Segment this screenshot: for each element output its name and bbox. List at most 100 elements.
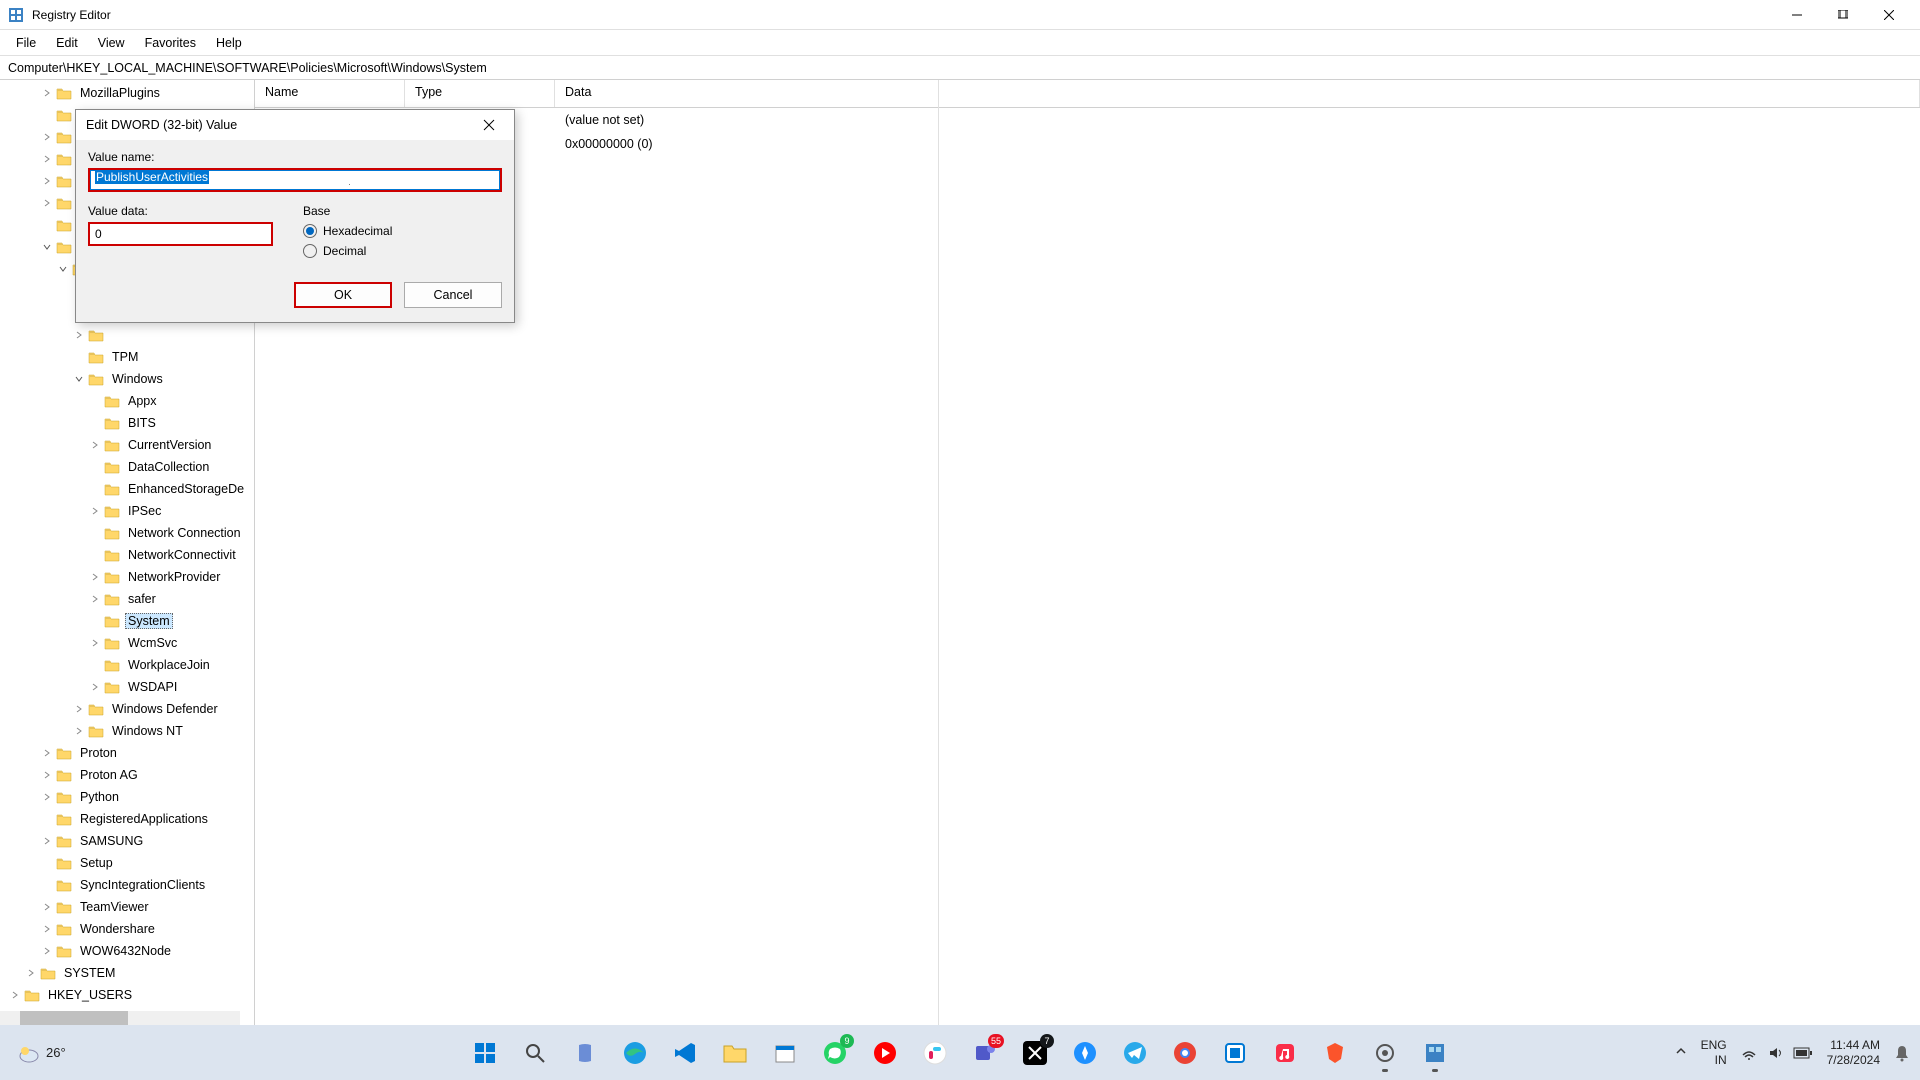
language-indicator[interactable]: ENG IN (1701, 1038, 1727, 1067)
chevron-down-icon[interactable] (40, 240, 54, 254)
weather-widget[interactable]: 26° (18, 1042, 66, 1064)
tree-item[interactable] (0, 324, 254, 346)
chevron-right-icon[interactable] (40, 834, 54, 848)
tree-item[interactable]: Python (0, 786, 254, 808)
tree-item[interactable]: System (0, 610, 254, 632)
ok-button[interactable]: OK (294, 282, 392, 308)
chevron-right-icon[interactable] (40, 196, 54, 210)
chevron-right-icon[interactable] (40, 130, 54, 144)
chevron-right-icon[interactable] (24, 966, 38, 980)
tree-item[interactable]: Windows NT (0, 720, 254, 742)
chevron-right-icon[interactable] (40, 174, 54, 188)
vscode-button[interactable] (664, 1032, 706, 1074)
chevron-right-icon[interactable] (40, 922, 54, 936)
col-name-header[interactable]: Name (255, 80, 405, 107)
menu-favorites[interactable]: Favorites (135, 33, 206, 53)
minimize-button[interactable] (1774, 0, 1820, 30)
tree-item[interactable]: SyncIntegrationClients (0, 874, 254, 896)
tree-item[interactable]: IPSec (0, 500, 254, 522)
menu-view[interactable]: View (88, 33, 135, 53)
regedit-taskbar-button[interactable] (1414, 1032, 1456, 1074)
chevron-right-icon[interactable] (72, 702, 86, 716)
tree-item[interactable]: SAMSUNG (0, 830, 254, 852)
chrome-button[interactable] (1164, 1032, 1206, 1074)
chevron-right-icon[interactable] (40, 152, 54, 166)
tree-hscrollbar[interactable] (0, 1011, 240, 1025)
close-button[interactable] (1866, 0, 1912, 30)
tree-item[interactable]: RegisteredApplications (0, 808, 254, 830)
explorer-button[interactable] (714, 1032, 756, 1074)
chevron-right-icon[interactable] (40, 768, 54, 782)
chevron-right-icon[interactable] (40, 746, 54, 760)
edge-button[interactable] (614, 1032, 656, 1074)
tree-item[interactable]: Appx (0, 390, 254, 412)
col-data-header[interactable]: Data (555, 80, 1920, 107)
col-type-header[interactable]: Type (405, 80, 555, 107)
maximize-button[interactable] (1820, 0, 1866, 30)
tree-item[interactable]: Windows Defender (0, 698, 254, 720)
chevron-right-icon[interactable] (8, 988, 22, 1002)
menu-help[interactable]: Help (206, 33, 252, 53)
tree-item[interactable]: Proton AG (0, 764, 254, 786)
tree-item[interactable]: WcmSvc (0, 632, 254, 654)
battery-icon[interactable] (1793, 1047, 1813, 1059)
telegram-button[interactable] (1114, 1032, 1156, 1074)
calendar-button[interactable] (764, 1032, 806, 1074)
tree-item[interactable]: DataCollection (0, 456, 254, 478)
teams-button[interactable]: 55 (964, 1032, 1006, 1074)
chevron-right-icon[interactable] (88, 504, 102, 518)
tree-item[interactable]: TPM (0, 346, 254, 368)
clock[interactable]: 11:44 AM 7/28/2024 (1827, 1038, 1880, 1067)
chevron-right-icon[interactable] (40, 86, 54, 100)
chevron-right-icon[interactable] (88, 570, 102, 584)
start-button[interactable] (464, 1032, 506, 1074)
tree-item[interactable]: WorkplaceJoin (0, 654, 254, 676)
address-bar[interactable]: Computer\HKEY_LOCAL_MACHINE\SOFTWARE\Pol… (0, 56, 1920, 80)
music-button[interactable] (1264, 1032, 1306, 1074)
radio-decimal[interactable]: Decimal (303, 244, 502, 258)
notifications-icon[interactable] (1894, 1044, 1910, 1062)
tree-item[interactable]: safer (0, 588, 254, 610)
chevron-down-icon[interactable] (56, 262, 70, 276)
chevron-right-icon[interactable] (72, 724, 86, 738)
dialog-close-button[interactable] (474, 110, 504, 140)
value-name-input[interactable]: PublishUserActivities (88, 168, 502, 192)
wifi-icon[interactable] (1741, 1045, 1757, 1061)
tree-item[interactable]: NetworkConnectivit (0, 544, 254, 566)
settings-button[interactable] (1364, 1032, 1406, 1074)
chevron-right-icon[interactable] (40, 790, 54, 804)
copilot-button[interactable] (564, 1032, 606, 1074)
x-button[interactable]: 7 (1014, 1032, 1056, 1074)
brave-button[interactable] (1314, 1032, 1356, 1074)
tree-item[interactable]: BITS (0, 412, 254, 434)
tree-item[interactable]: EnhancedStorageDe (0, 478, 254, 500)
chevron-right-icon[interactable] (72, 328, 86, 342)
chevron-right-icon[interactable] (88, 680, 102, 694)
tree-item[interactable]: HKEY_USERS (0, 984, 254, 1006)
tree-item[interactable]: SYSTEM (0, 962, 254, 984)
radio-hexadecimal[interactable]: Hexadecimal (303, 224, 502, 238)
tree-item[interactable]: TeamViewer (0, 896, 254, 918)
value-data-input[interactable] (88, 222, 273, 246)
slack-button[interactable] (914, 1032, 956, 1074)
tree-item[interactable]: WOW6432Node (0, 940, 254, 962)
cancel-button[interactable]: Cancel (404, 282, 502, 308)
tree-item[interactable]: Network Connection (0, 522, 254, 544)
dialog-titlebar[interactable]: Edit DWORD (32-bit) Value (76, 110, 514, 140)
youtube-music-button[interactable] (864, 1032, 906, 1074)
safari-button[interactable] (1064, 1032, 1106, 1074)
tree-item[interactable]: Setup (0, 852, 254, 874)
tree-item[interactable]: WSDAPI (0, 676, 254, 698)
chevron-right-icon[interactable] (88, 438, 102, 452)
chevron-down-icon[interactable] (72, 372, 86, 386)
tree-item[interactable]: Windows (0, 368, 254, 390)
volume-icon[interactable] (1767, 1045, 1783, 1061)
tree-item[interactable]: CurrentVersion (0, 434, 254, 456)
tree-item[interactable]: Wondershare (0, 918, 254, 940)
chevron-right-icon[interactable] (40, 944, 54, 958)
tree-item[interactable]: Proton (0, 742, 254, 764)
chevron-right-icon[interactable] (88, 592, 102, 606)
tree-item[interactable]: NetworkProvider (0, 566, 254, 588)
tray-chevron[interactable] (1675, 1045, 1687, 1060)
tree-item[interactable]: MozillaPlugins (0, 82, 254, 104)
